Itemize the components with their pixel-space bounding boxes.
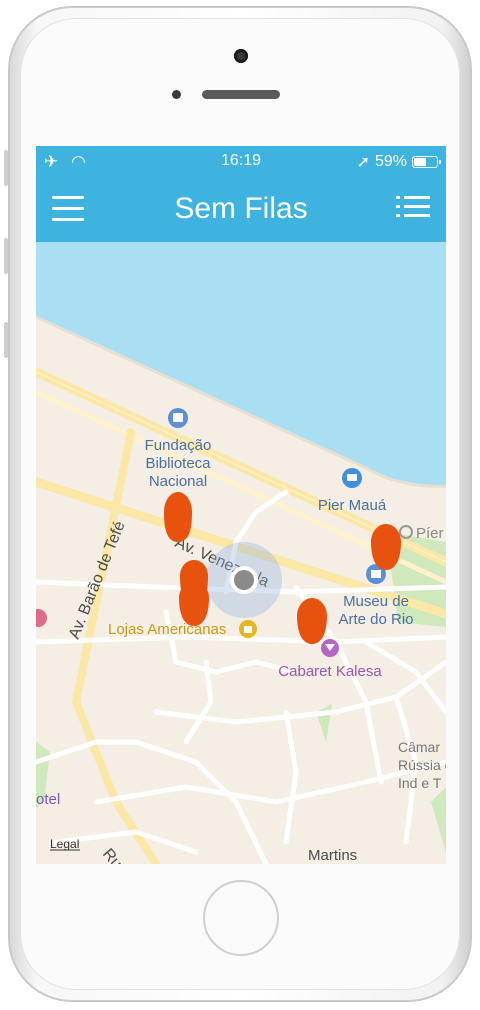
volume-down-button [4,322,8,358]
map-pin [371,524,401,570]
status-right: ➚ 59% [356,152,441,172]
volume-up-button [4,238,8,274]
label-museu-2: Arte do Rio [338,611,413,628]
label-fundacao-2: Biblioteca [145,455,211,472]
label-hotel: otel [36,791,60,808]
status-bar: ✈︎ ◠ 16:19 ➚ 59% [36,146,446,178]
nav-bar: Sem Filas [36,178,446,242]
battery-icon [412,156,441,168]
current-location-dot [206,542,282,618]
label-pier-maua: Pier Mauá [318,497,387,514]
mute-switch [4,150,8,186]
map-view[interactable]: Fundação Biblioteca Nacional Pier Mauá P… [36,242,446,864]
label-museu-1: Museu de [343,593,409,610]
map-pin [297,598,327,644]
phone-screen: ✈︎ ◠ 16:19 ➚ 59% Sem Filas Fundação Bibl… [36,146,446,864]
earpiece-speaker [202,90,280,99]
label-camara-2: Rússia c [398,757,446,773]
legal-link[interactable]: Legal [50,837,79,851]
map-pin [179,582,209,626]
location-arrow-icon: ➚ [356,154,370,171]
proximity-sensor [172,90,181,99]
label-pier-cut: Píer [416,525,444,542]
app-title: Sem Filas [174,192,308,225]
home-button[interactable] [203,880,279,956]
label-fundacao-3: Nacional [149,473,207,490]
battery-percent: 59% [374,153,407,170]
label-camara-1: Câmar [398,739,440,755]
label-lojas: Lojas Americanas [108,621,226,638]
list-icon[interactable] [396,196,430,222]
label-martins: Martins [308,847,357,864]
label-cabaret: Cabaret Kalesa [278,663,382,680]
label-camara-3: Ind e T [398,775,442,791]
label-fundacao-1: Fundação [145,437,212,454]
front-camera [234,49,248,63]
